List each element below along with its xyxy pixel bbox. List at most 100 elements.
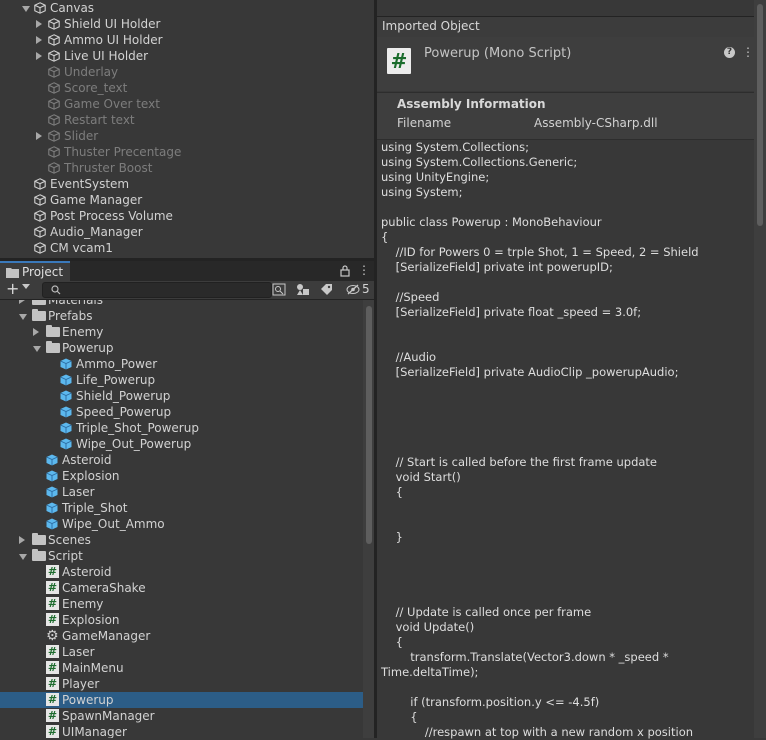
project-item[interactable]: Scenes <box>0 532 363 548</box>
code-line: void Update() <box>381 620 475 634</box>
project-item[interactable]: Asteroid <box>0 452 363 468</box>
lock-icon[interactable] <box>340 265 350 277</box>
project-item-label: Explosion <box>62 613 120 627</box>
project-item[interactable]: # MainMenu <box>0 660 363 676</box>
expand-down-icon[interactable] <box>19 314 27 320</box>
hidden-eye-icon[interactable] <box>346 284 360 295</box>
kebab-menu-icon[interactable]: ⋮ <box>358 263 370 277</box>
hierarchy-item[interactable]: CM vcam1 <box>0 240 374 256</box>
prefab-icon <box>60 406 72 418</box>
code-line: //Audio <box>381 350 437 364</box>
project-item-label: SpawnManager <box>62 709 155 723</box>
hierarchy-item[interactable]: Score_text <box>0 80 374 96</box>
gameobject-icon <box>34 226 46 238</box>
script-icon: # <box>46 645 59 658</box>
hierarchy-item[interactable]: EventSystem <box>0 176 374 192</box>
help-icon[interactable]: ? <box>724 47 735 58</box>
expand-down-icon[interactable] <box>22 6 30 12</box>
search-by-type-icon[interactable] <box>272 283 286 296</box>
expand-right-icon[interactable] <box>36 52 42 60</box>
project-item[interactable]: Enemy <box>0 324 363 340</box>
project-item[interactable]: # SpawnManager <box>0 708 363 724</box>
project-item[interactable]: Life_Powerup <box>0 372 363 388</box>
project-item[interactable]: # Asteroid <box>0 564 363 580</box>
gameobject-icon <box>34 210 46 222</box>
project-item[interactable]: ⚙ GameManager <box>0 628 363 644</box>
hierarchy-item[interactable]: Audio_Manager <box>0 224 374 240</box>
hierarchy-item[interactable]: Thuster Precentage <box>0 144 374 160</box>
create-button[interactable]: + <box>6 279 19 298</box>
expand-right-icon[interactable] <box>36 132 42 140</box>
project-item[interactable]: Prefabs <box>0 308 363 324</box>
expand-down-icon[interactable] <box>19 554 27 560</box>
kebab-menu-icon[interactable]: ⋮ <box>742 46 754 58</box>
prefab-icon <box>60 358 72 370</box>
code-line: public class Powerup : MonoBehaviour <box>381 215 602 229</box>
project-item[interactable]: # Enemy <box>0 596 363 612</box>
expand-right-icon[interactable] <box>33 328 39 336</box>
project-item-label: Ammo_Power <box>76 357 158 371</box>
hierarchy-item[interactable]: Underlay <box>0 64 374 80</box>
project-item[interactable]: # Explosion <box>0 612 363 628</box>
expand-right-icon[interactable] <box>36 20 42 28</box>
project-scrollbar-thumb[interactable] <box>366 306 372 544</box>
project-item[interactable]: Shield_Powerup <box>0 388 363 404</box>
expand-down-icon[interactable] <box>33 346 41 352</box>
project-item-label: Scenes <box>48 533 91 547</box>
gameobject-icon <box>48 34 60 46</box>
chevron-down-icon[interactable] <box>22 284 30 289</box>
code-line: Time.deltaTime); <box>381 665 479 679</box>
label-tag-icon[interactable] <box>320 283 333 296</box>
project-item[interactable]: Triple_Shot <box>0 500 363 516</box>
tab-project[interactable]: Project <box>0 261 70 281</box>
expand-right-icon[interactable] <box>36 36 42 44</box>
project-item[interactable]: Ammo_Power <box>0 356 363 372</box>
hierarchy-item[interactable]: Slider <box>0 128 374 144</box>
hierarchy-item[interactable]: Canvas <box>0 0 374 16</box>
hierarchy-item-label: Thruster Boost <box>64 161 153 175</box>
project-item[interactable]: Wipe_Out_Ammo <box>0 516 363 532</box>
project-item-label: CameraShake <box>62 581 146 595</box>
expand-right-icon[interactable] <box>19 536 25 544</box>
prefab-icon <box>46 470 58 482</box>
hierarchy-item[interactable]: Ammo UI Holder <box>0 32 374 48</box>
project-item[interactable]: # Player <box>0 676 363 692</box>
project-item-label: Powerup <box>62 341 114 355</box>
project-item[interactable]: Laser <box>0 484 363 500</box>
code-line: { <box>381 710 418 724</box>
filter-type-icon[interactable] <box>296 283 310 296</box>
hierarchy-item[interactable]: Shield UI Holder <box>0 16 374 32</box>
folder-icon <box>46 341 60 353</box>
expand-right-icon[interactable] <box>19 300 25 304</box>
project-item[interactable]: Wipe_Out_Powerup <box>0 436 363 452</box>
inspector-scrollbar-thumb[interactable] <box>757 4 763 226</box>
project-item[interactable]: # Laser <box>0 644 363 660</box>
hierarchy-item[interactable]: Game Over text <box>0 96 374 112</box>
project-item[interactable]: # UIManager <box>0 724 363 738</box>
project-item[interactable]: Materials <box>0 300 363 308</box>
hierarchy-item[interactable]: Thruster Boost <box>0 160 374 176</box>
project-item[interactable]: Speed_Powerup <box>0 404 363 420</box>
folder-icon <box>32 533 46 545</box>
project-item[interactable]: Explosion <box>0 468 363 484</box>
project-item[interactable]: Powerup <box>0 340 363 356</box>
script-icon: # <box>46 677 59 690</box>
prefab-icon <box>46 502 58 514</box>
hierarchy-item[interactable]: Game Manager <box>0 192 374 208</box>
project-item[interactable]: # Powerup <box>0 692 363 708</box>
prefab-icon <box>60 422 72 434</box>
search-input[interactable] <box>42 282 272 298</box>
project-item[interactable]: Script <box>0 548 363 564</box>
hierarchy-item[interactable]: Restart text <box>0 112 374 128</box>
hierarchy-item[interactable]: Post Process Volume <box>0 208 374 224</box>
hierarchy-item[interactable]: Live UI Holder <box>0 48 374 64</box>
project-item[interactable]: Triple_Shot_Powerup <box>0 420 363 436</box>
code-line: //ID for Powers 0 = trple Shot, 1 = Spee… <box>381 245 699 259</box>
hierarchy-item-label: Ammo UI Holder <box>64 33 163 47</box>
project-item[interactable]: # CameraShake <box>0 580 363 596</box>
